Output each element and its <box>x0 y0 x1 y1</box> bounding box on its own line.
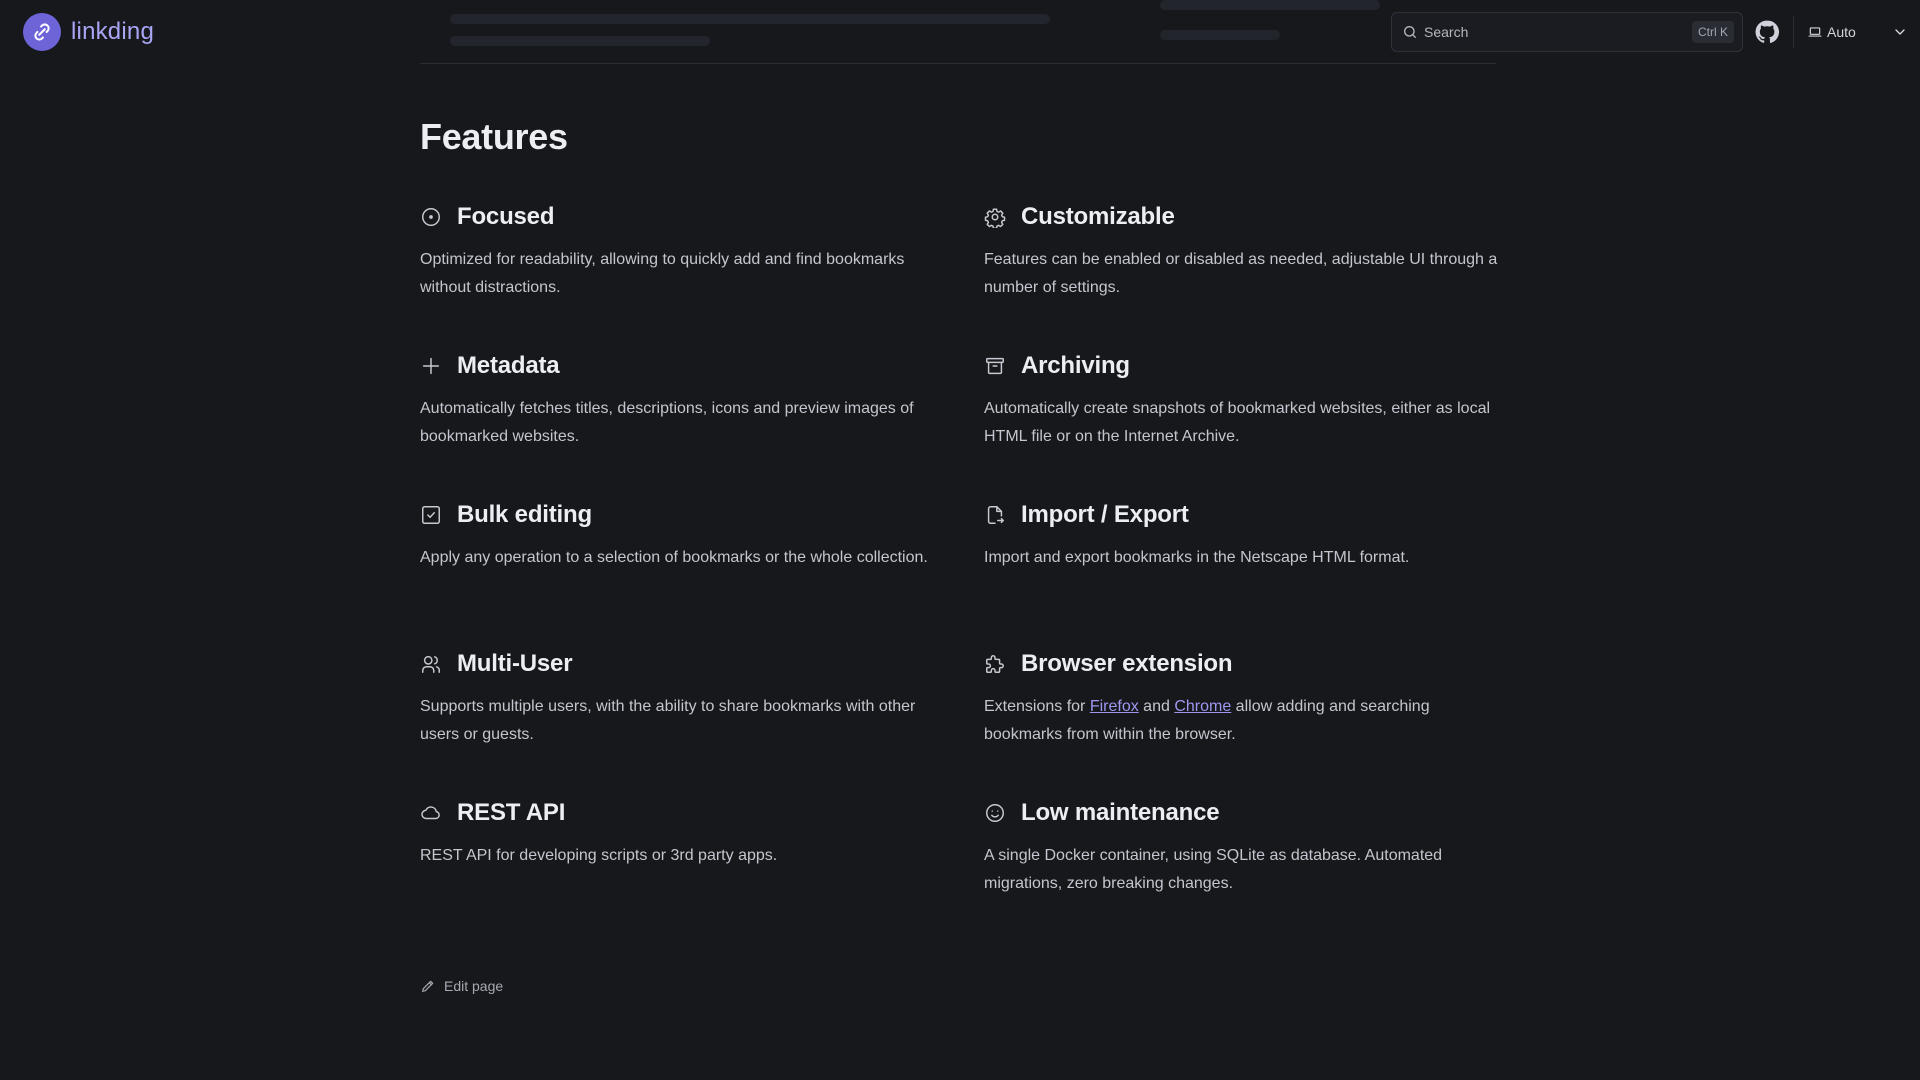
edit-page-link[interactable]: Edit page <box>420 978 503 994</box>
archive-icon <box>986 357 1004 375</box>
file-export-icon <box>987 506 1004 524</box>
theme-select[interactable]: Auto <box>1808 18 1908 46</box>
search-input[interactable]: Search Ctrl K <box>1391 12 1743 52</box>
feature-multi-user: Multi-User Supports multiple users, with… <box>420 649 940 749</box>
feature-customizable: Customizable Features can be enabled or … <box>984 202 1504 302</box>
feature-description: A single Docker container, using SQLite … <box>984 847 1443 892</box>
main-content: Features Focused Optimized for readabili… <box>420 100 1500 892</box>
feature-description: Automatically create snapshots of bookma… <box>984 400 1491 445</box>
feature-description: Apply any operation to a selection of bo… <box>420 549 928 566</box>
edit-page-label: Edit page <box>444 978 504 994</box>
feature-description: Features can be enabled or disabled as n… <box>984 251 1498 296</box>
feature-description: Import and export bookmarks in the Netsc… <box>984 549 1410 566</box>
brand-name: linkding <box>71 18 154 45</box>
github-icon[interactable] <box>1754 19 1780 45</box>
site-header: linkding Search Ctrl K Auto <box>0 0 1920 64</box>
feature-title: Archiving <box>1021 352 1130 379</box>
theme-select-value: Auto <box>1827 24 1856 40</box>
gear-icon <box>984 208 1006 228</box>
page-title: Features <box>420 116 568 157</box>
chevron-down-icon <box>1895 29 1905 35</box>
firefox-link[interactable]: Firefox <box>1090 698 1139 715</box>
feature-archiving: Archiving Automatically create snapshots… <box>984 351 1504 451</box>
feature-import-export: Import / Export Import and export bookma… <box>984 500 1504 572</box>
feature-metadata: Metadata Automatically fetches titles, d… <box>420 351 940 451</box>
feature-description: REST API for developing scripts or 3rd p… <box>420 847 778 864</box>
search-shortcut-badge: Ctrl K <box>1692 21 1734 43</box>
feature-title: REST API <box>457 799 566 826</box>
feature-title: Metadata <box>457 352 560 379</box>
feature-description: Supports multiple users, with the abilit… <box>420 698 916 743</box>
search-placeholder: Search <box>1424 24 1469 40</box>
feature-focused: Focused Optimized for readability, allow… <box>420 202 940 302</box>
feature-title: Import / Export <box>1021 501 1189 528</box>
smiley-icon <box>986 804 1004 822</box>
feature-title: Browser extension <box>1021 650 1233 677</box>
feature-description: Optimized for readability, allowing to q… <box>420 251 905 296</box>
feature-title: Low maintenance <box>1021 799 1220 826</box>
desc-text: Extensions for <box>984 698 1090 715</box>
linkding-logo-icon <box>23 13 61 51</box>
feature-title: Bulk editing <box>457 501 592 528</box>
feature-bulk-editing: Bulk editing Apply any operation to a se… <box>420 500 940 572</box>
header-divider <box>1793 16 1794 48</box>
feature-low-maintenance: Low maintenance A single Docker containe… <box>984 798 1504 898</box>
checkbox-icon <box>422 506 440 524</box>
laptop-icon <box>1808 27 1822 37</box>
feature-rest-api: REST API REST API for developing scripts… <box>420 798 940 870</box>
feature-description: Automatically fetches titles, descriptio… <box>420 400 914 445</box>
desc-text: and <box>1138 698 1175 715</box>
chrome-link[interactable]: Chrome <box>1174 698 1231 715</box>
scrolled-content-strip <box>420 0 1496 64</box>
feature-title: Customizable <box>1021 203 1175 230</box>
feature-title: Multi-User <box>457 650 573 677</box>
search-icon <box>1404 26 1416 38</box>
brand-link[interactable]: linkding <box>23 13 154 51</box>
puzzle-icon <box>986 655 1004 673</box>
cloud-icon <box>421 806 440 820</box>
feature-title: Focused <box>457 203 555 230</box>
circle-dot-icon <box>422 208 440 226</box>
users-icon <box>422 655 440 673</box>
feature-browser-extension: Browser extension Extensions for Firefox… <box>984 649 1504 749</box>
feature-description: Extensions for Firefox and Chrome allow … <box>984 693 1504 749</box>
plus-icon <box>422 357 440 375</box>
pencil-icon <box>422 980 434 992</box>
